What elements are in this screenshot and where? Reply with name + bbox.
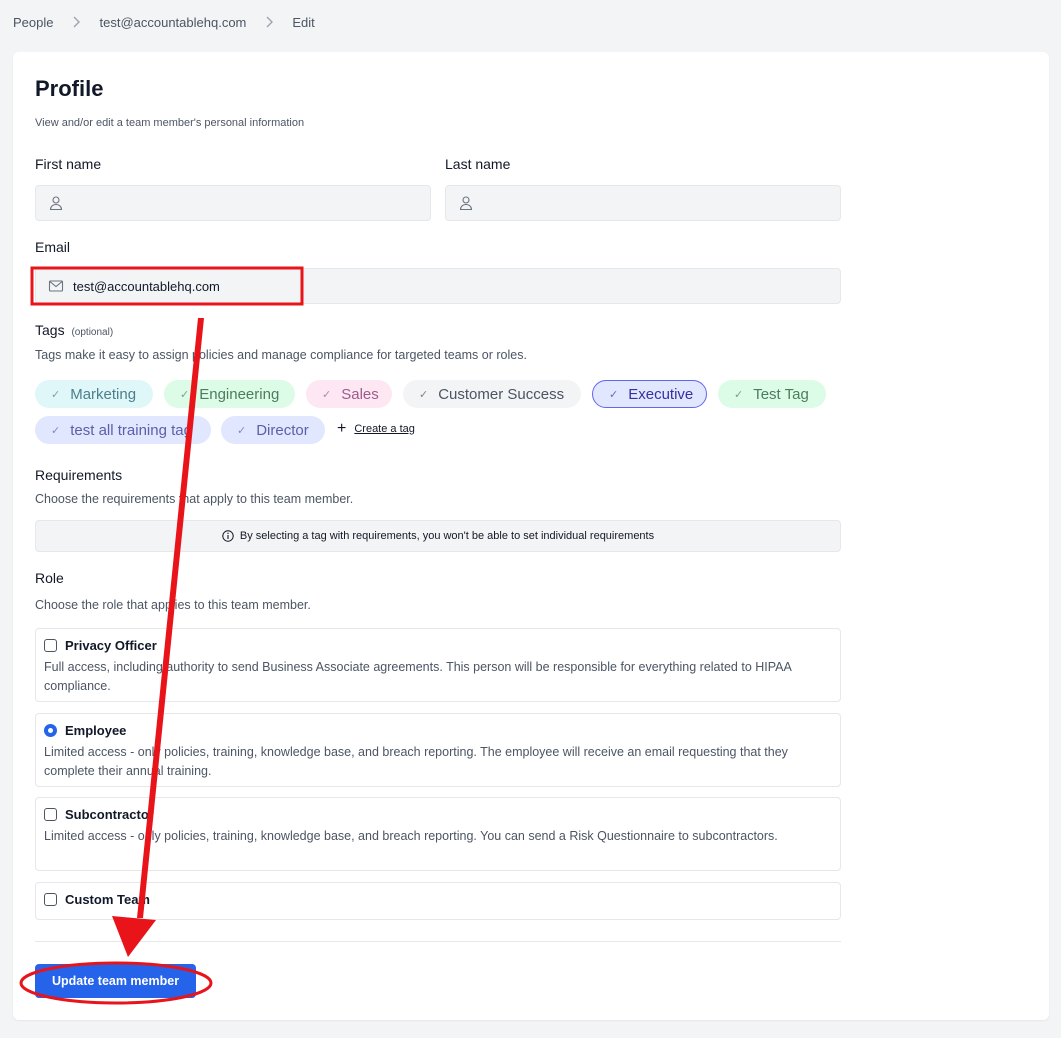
create-tag-link[interactable]: + Create a tag xyxy=(337,421,415,437)
requirements-description: Choose the requirements that apply to th… xyxy=(35,492,354,506)
first-name-input[interactable] xyxy=(73,186,430,220)
check-icon: ✓ xyxy=(51,424,61,437)
email-label: Email xyxy=(35,239,71,255)
chevron-right-icon xyxy=(72,16,81,28)
page-title: Profile xyxy=(35,76,104,101)
divider xyxy=(35,941,841,942)
check-icon: ✓ xyxy=(419,388,429,401)
tags-label: Tags (optional) xyxy=(35,322,113,338)
first-name-label: First name xyxy=(35,156,102,172)
breadcrumb: People test@accountablehq.com Edit xyxy=(13,13,315,31)
email-input[interactable] xyxy=(73,269,840,303)
tag-chip[interactable]: ✓ Sales xyxy=(306,380,392,408)
last-name-input[interactable] xyxy=(483,186,840,220)
check-icon: ✓ xyxy=(180,388,190,401)
requirements-notice: By selecting a tag with requirements, yo… xyxy=(35,520,841,552)
check-icon: ✓ xyxy=(609,388,619,401)
last-name-field[interactable] xyxy=(445,185,841,221)
breadcrumb-people[interactable]: People xyxy=(13,15,53,30)
requirements-label: Requirements xyxy=(35,467,123,483)
tag-chip[interactable]: ✓ Test Tag xyxy=(718,380,826,408)
radio-button-selected[interactable] xyxy=(44,724,57,737)
tag-chip[interactable]: ✓ Executive xyxy=(592,380,707,408)
tag-chip[interactable]: ✓ Customer Success xyxy=(403,380,581,408)
profile-card: Profile View and/or edit a team member's… xyxy=(13,52,1049,1020)
role-option-subcontractor[interactable]: Subcontractor Limited access - only poli… xyxy=(35,797,841,871)
role-option-employee[interactable]: Employee Limited access - only policies,… xyxy=(35,713,841,787)
radio-button[interactable] xyxy=(44,808,57,821)
email-field[interactable] xyxy=(35,268,841,304)
tags-label-text: Tags xyxy=(35,322,65,338)
check-icon: ✓ xyxy=(734,388,744,401)
tag-chip[interactable]: ✓ Marketing xyxy=(35,380,153,408)
role-option-custom-team[interactable]: Custom Team xyxy=(35,882,841,920)
chevron-right-icon xyxy=(265,16,274,28)
update-team-member-button[interactable]: Update team member xyxy=(35,964,196,998)
tags-description: Tags make it easy to assign policies and… xyxy=(35,348,527,362)
breadcrumb-member[interactable]: test@accountablehq.com xyxy=(99,15,246,30)
tag-chip[interactable]: ✓ test all training tag xyxy=(35,416,211,444)
tag-chip[interactable]: ✓ Director xyxy=(221,416,325,444)
last-name-label: Last name xyxy=(445,156,511,172)
radio-button[interactable] xyxy=(44,893,57,906)
role-description: Choose the role that applies to this tea… xyxy=(35,598,311,612)
radio-button[interactable] xyxy=(44,639,57,652)
role-option-privacy-officer[interactable]: Privacy Officer Full access, including a… xyxy=(35,628,841,702)
tags-optional: (optional) xyxy=(71,327,114,338)
check-icon: ✓ xyxy=(51,388,61,401)
check-icon: ✓ xyxy=(237,424,247,437)
user-icon xyxy=(48,195,64,211)
page-subtitle: View and/or edit a team member's persona… xyxy=(35,117,305,129)
user-icon xyxy=(458,195,474,211)
plus-icon: + xyxy=(337,420,347,437)
first-name-field[interactable] xyxy=(35,185,431,221)
mail-icon xyxy=(48,278,64,294)
breadcrumb-edit: Edit xyxy=(292,14,315,30)
notice-text: By selecting a tag with requirements, yo… xyxy=(239,530,655,542)
info-icon xyxy=(222,530,234,542)
check-icon: ✓ xyxy=(322,388,332,401)
tag-chip[interactable]: ✓ Engineering xyxy=(164,380,295,408)
role-label: Role xyxy=(35,570,64,586)
